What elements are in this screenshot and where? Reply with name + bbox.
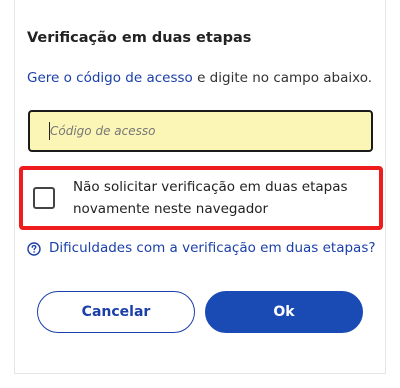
text-caret — [49, 122, 50, 140]
remember-browser-checkbox[interactable] — [33, 187, 55, 209]
cancel-button[interactable]: Cancelar — [37, 291, 195, 333]
ok-button[interactable]: Ok — [205, 291, 363, 333]
dialog-title: Verificação em duas etapas — [27, 30, 252, 46]
instruction-text: Gere o código de acesso e digite no camp… — [27, 70, 372, 86]
generate-code-link[interactable]: Gere o código de acesso — [27, 70, 193, 86]
help-link[interactable]: Dificuldades com a verificação em duas e… — [27, 240, 376, 256]
help-link-text[interactable]: Dificuldades com a verificação em duas e… — [49, 240, 376, 256]
remember-browser-label[interactable]: Não solicitar verificação em duas etapas… — [73, 176, 373, 220]
two-step-verification-dialog: Verificação em duas etapas Gere o código… — [14, 0, 386, 374]
access-code-input[interactable] — [28, 110, 373, 152]
instruction-rest: e digite no campo abaixo. — [192, 70, 373, 86]
question-circle-icon — [27, 241, 41, 256]
